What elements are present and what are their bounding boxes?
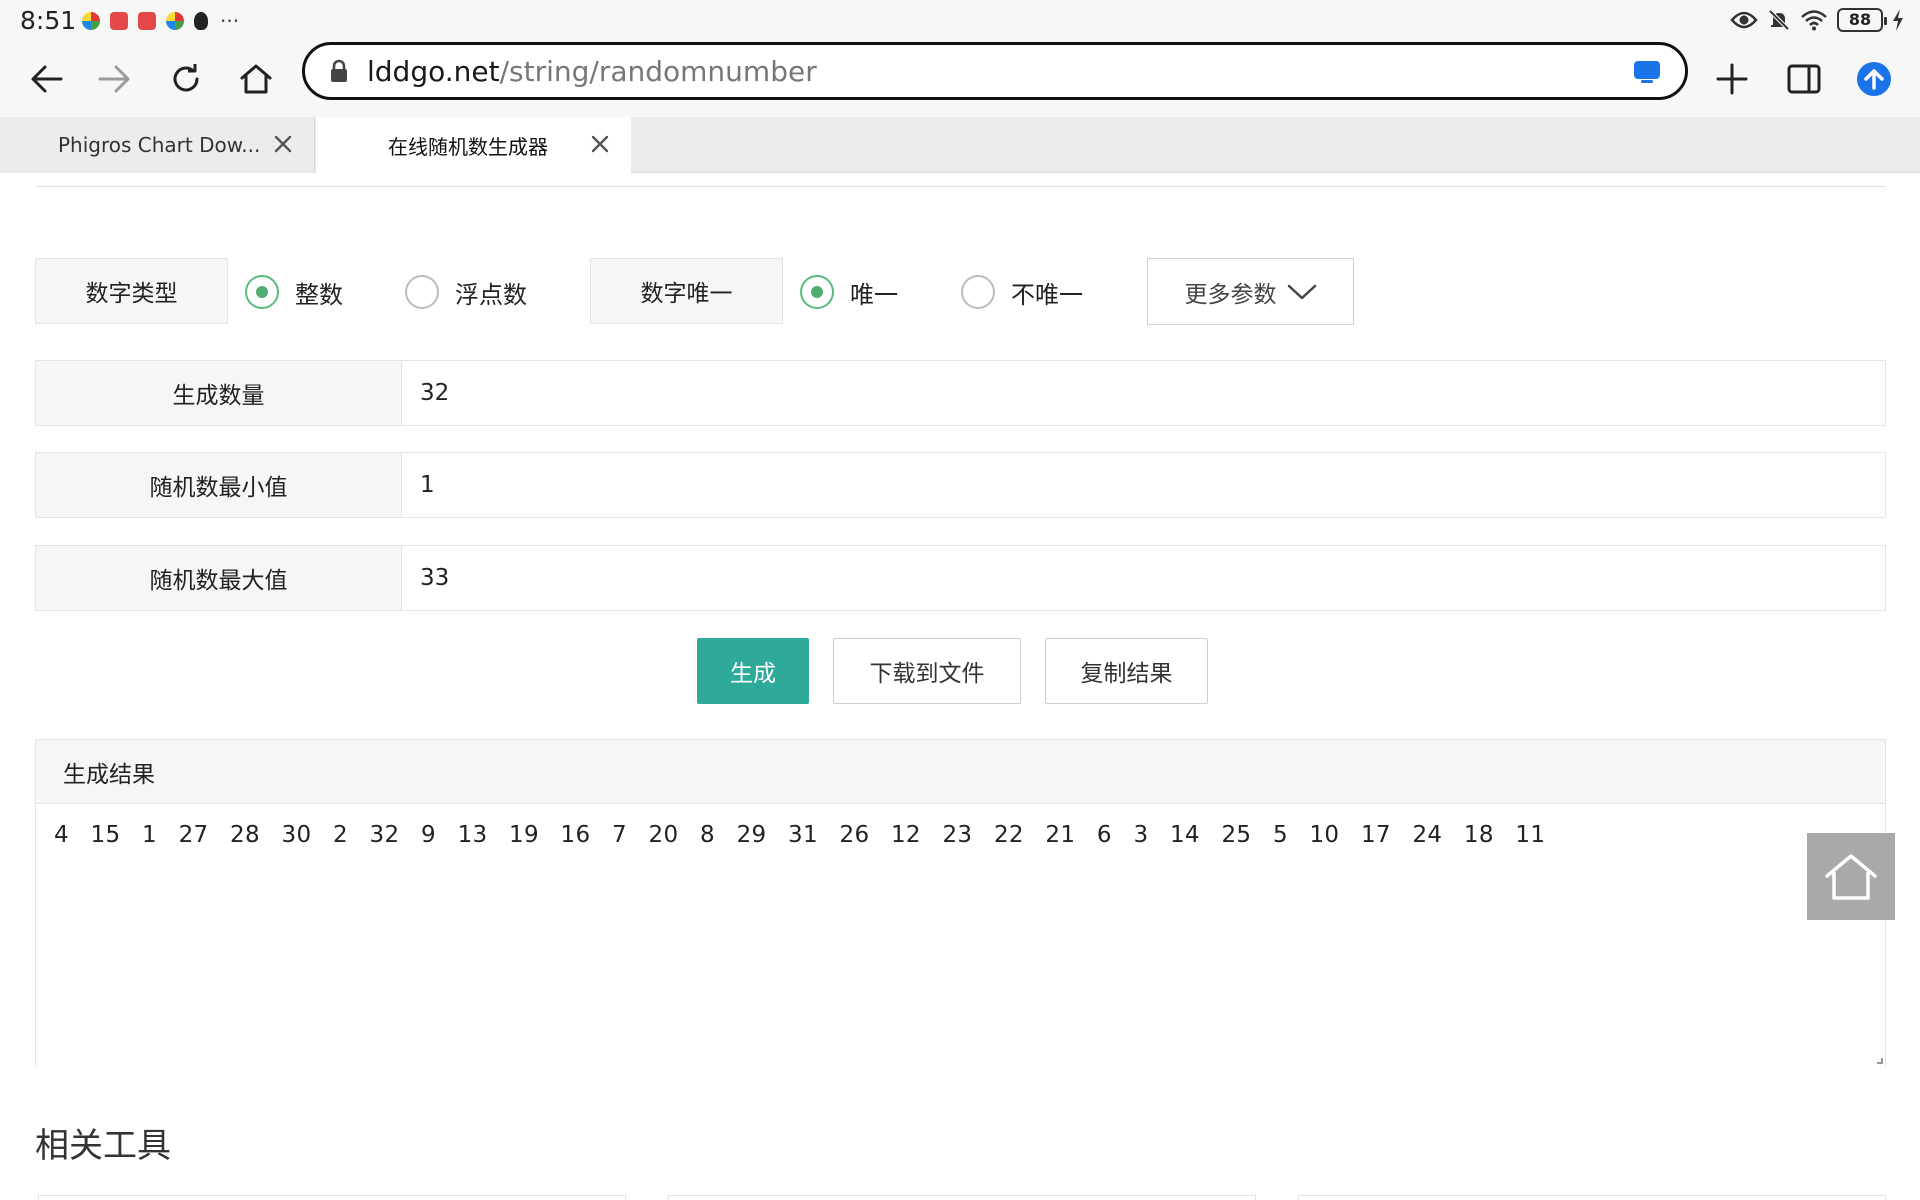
address-bar[interactable]: lddgo.net/string/randomnumber (302, 42, 1688, 100)
tab-random-number[interactable]: 在线随机数生成器 (316, 117, 631, 173)
sidebar-panel-icon (1787, 64, 1821, 94)
tool-card[interactable] (38, 1195, 626, 1200)
result-text[interactable]: 4 15 1 27 28 30 2 32 9 13 19 16 7 20 8 2… (54, 822, 1885, 848)
pinwheel-app-icon (82, 12, 100, 30)
min-input[interactable] (402, 453, 1885, 517)
pinwheel-app-icon (166, 12, 184, 30)
result-panel: 生成结果 4 15 1 27 28 30 2 32 9 13 19 16 7 2… (35, 739, 1886, 1066)
download-button[interactable]: 下载到文件 (833, 638, 1021, 704)
status-time: 8:51 (20, 6, 77, 35)
tab-phigros[interactable]: Phigros Chart Dow... (0, 117, 315, 173)
reload-button[interactable] (157, 50, 215, 108)
number-type-label: 数字类型 (35, 258, 228, 324)
notification-icons: ··· (82, 9, 240, 33)
radio-integer[interactable]: 整数 (245, 274, 343, 310)
arrow-left-icon (31, 65, 63, 93)
min-field-row: 随机数最小值 (35, 452, 1886, 518)
radio-unchecked-icon (961, 275, 995, 309)
charging-bolt-icon (1893, 9, 1903, 31)
lock-icon[interactable] (325, 57, 353, 85)
home-button[interactable] (227, 50, 285, 108)
radio-float[interactable]: 浮点数 (405, 274, 527, 310)
back-to-home-button[interactable] (1807, 833, 1895, 920)
tab-title: Phigros Chart Dow... (58, 133, 261, 157)
bell-muted-icon (1768, 9, 1790, 31)
divider (36, 186, 1886, 187)
forward-button[interactable] (86, 50, 144, 108)
status-bar: 8:51 ··· 88 (0, 0, 1920, 42)
wifi-icon (1801, 10, 1827, 31)
battery-indicator: 88 (1837, 8, 1887, 32)
max-field-row: 随机数最大值 (35, 545, 1886, 611)
upload-arrow-icon (1857, 62, 1891, 96)
radio-checked-icon (800, 275, 834, 309)
max-input[interactable] (402, 546, 1885, 610)
result-textarea[interactable]: 4 15 1 27 28 30 2 32 9 13 19 16 7 20 8 2… (36, 804, 1885, 1066)
arrow-right-icon (98, 65, 130, 93)
address-text[interactable]: lddgo.net/string/randomnumber (367, 55, 817, 88)
count-label: 生成数量 (36, 361, 402, 425)
update-button[interactable] (1845, 50, 1903, 108)
resize-handle[interactable] (1877, 1058, 1883, 1064)
radio-unique[interactable]: 唯一 (800, 274, 898, 310)
radio-checked-icon (245, 275, 279, 309)
chevron-down-icon (1287, 284, 1316, 299)
min-label: 随机数最小值 (36, 453, 402, 517)
max-label: 随机数最大值 (36, 546, 402, 610)
new-tab-button[interactable] (1703, 50, 1761, 108)
plus-icon (1716, 63, 1748, 95)
system-tray: 88 (1730, 8, 1904, 32)
red-app-icon (138, 12, 156, 30)
action-buttons: 生成 下载到文件 复制结果 (0, 638, 1920, 704)
more-notifications-icon: ··· (220, 9, 240, 33)
close-icon[interactable] (587, 131, 613, 157)
close-icon[interactable] (270, 131, 296, 157)
unique-label: 数字唯一 (590, 258, 783, 324)
tab-title: 在线随机数生成器 (388, 134, 548, 159)
count-input[interactable] (402, 361, 1885, 425)
related-tools-title: 相关工具 (35, 1126, 171, 1166)
tool-card[interactable] (1298, 1195, 1886, 1200)
cast-screen-icon[interactable] (1633, 60, 1661, 88)
generate-button[interactable]: 生成 (697, 638, 809, 704)
copy-result-button[interactable]: 复制结果 (1045, 638, 1208, 704)
back-button[interactable] (17, 50, 75, 108)
radio-not-unique[interactable]: 不唯一 (961, 274, 1083, 310)
sidebar-toggle-button[interactable] (1775, 50, 1833, 108)
browser-toolbar: lddgo.net/string/randomnumber (0, 42, 1920, 117)
page-content: 数字类型 整数 浮点数 数字唯一 唯一 不唯一 更多参数 生成数量 随机数最小值… (0, 174, 1920, 1200)
radio-unchecked-icon (405, 275, 439, 309)
more-params-button[interactable]: 更多参数 (1147, 258, 1354, 325)
home-icon (240, 64, 272, 94)
qq-penguin-icon (194, 12, 208, 30)
red-app-icon (110, 12, 128, 30)
result-title: 生成结果 (36, 740, 1885, 804)
reload-icon (173, 64, 199, 92)
count-field-row: 生成数量 (35, 360, 1886, 426)
tab-strip: Phigros Chart Dow... 在线随机数生成器 (0, 117, 1920, 173)
home-icon (1825, 853, 1877, 900)
tool-card[interactable] (668, 1195, 1256, 1200)
eye-icon (1730, 11, 1758, 29)
